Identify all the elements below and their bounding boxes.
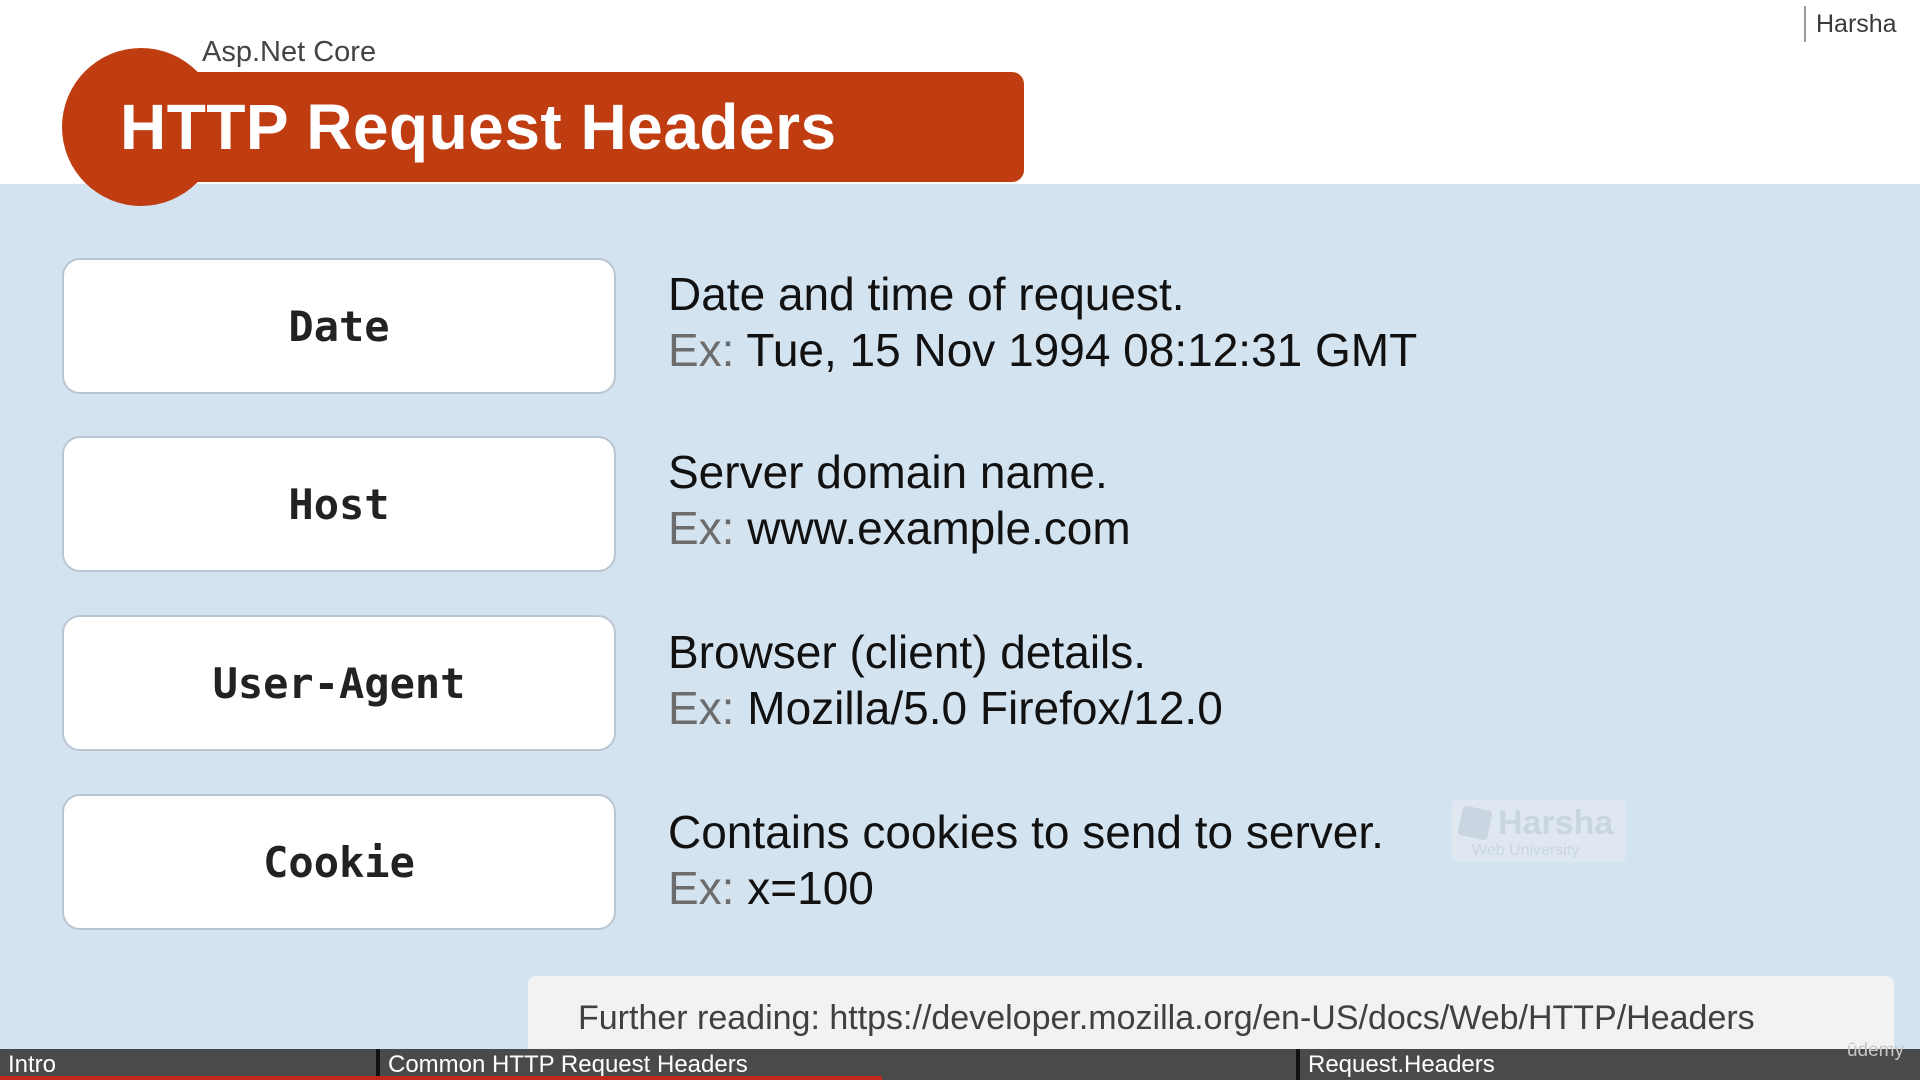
- header-desc-host: Server domain name. Ex: www.example.com: [668, 444, 1131, 556]
- header-box-date: Date: [62, 258, 616, 394]
- example-line: Ex: x=100: [668, 860, 1384, 916]
- example-value: x=100: [747, 862, 874, 914]
- playback-progress-bar[interactable]: [0, 1076, 882, 1080]
- example-value: Tue, 15 Nov 1994 08:12:31 GMT: [746, 324, 1418, 376]
- watermark-subtitle: Web University: [1472, 842, 1580, 859]
- header-box-host: Host: [62, 436, 616, 572]
- example-line: Ex: www.example.com: [668, 500, 1131, 556]
- example-value: www.example.com: [747, 502, 1131, 554]
- further-reading-note: Further reading: https://developer.mozil…: [528, 976, 1894, 1050]
- description-text: Date and time of request.: [668, 268, 1185, 320]
- example-line: Ex: Mozilla/5.0 Firefox/12.0: [668, 680, 1223, 736]
- header-desc-date: Date and time of request. Ex: Tue, 15 No…: [668, 266, 1417, 378]
- watermark-icon: [1457, 805, 1493, 841]
- description-text: Server domain name.: [668, 446, 1108, 498]
- header-desc-cookie: Contains cookies to send to server. Ex: …: [668, 804, 1384, 916]
- header-box-user-agent: User-Agent: [62, 615, 616, 751]
- chapter-request-headers[interactable]: Request.Headers: [1296, 1049, 1908, 1080]
- example-label: Ex:: [668, 862, 735, 914]
- watermark-logo: Harsha Web University: [1452, 800, 1626, 862]
- example-label: Ex:: [668, 502, 735, 554]
- example-label: Ex:: [668, 324, 735, 376]
- example-line: Ex: Tue, 15 Nov 1994 08:12:31 GMT: [668, 322, 1417, 378]
- description-text: Browser (client) details.: [668, 626, 1147, 678]
- description-text: Contains cookies to send to server.: [668, 806, 1384, 858]
- brand-label: Harsha: [1804, 6, 1897, 42]
- slide-title: HTTP Request Headers: [120, 91, 837, 163]
- example-label: Ex:: [668, 682, 735, 734]
- watermark-title: Harsha: [1498, 804, 1614, 842]
- udemy-logo: ūdemy: [1846, 1040, 1904, 1061]
- header-box-cookie: Cookie: [62, 794, 616, 930]
- course-subtitle: Asp.Net Core: [202, 36, 377, 68]
- example-value: Mozilla/5.0 Firefox/12.0: [747, 682, 1223, 734]
- header-desc-user-agent: Browser (client) details. Ex: Mozilla/5.…: [668, 624, 1223, 736]
